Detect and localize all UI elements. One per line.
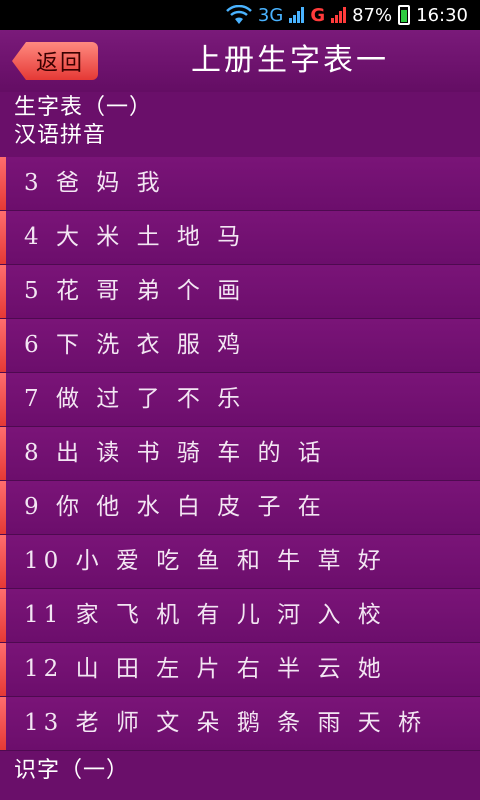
section-title: 识字（一） (14, 758, 130, 783)
wifi-icon (226, 5, 252, 24)
list-item-label: 8 出 读 书 骑 车 的 话 (24, 440, 326, 466)
list-item-label: 5 花 哥 弟 个 画 (24, 278, 246, 304)
list-item[interactable]: 13 老 师 文 朵 鹅 条 雨 天 桥 (0, 697, 480, 751)
section-header-top[interactable]: 生字表（一） 汉语拼音 (0, 94, 480, 156)
battery-percent: 87% (352, 4, 393, 26)
item-accent-bar (0, 157, 6, 210)
list-item-label: 4 大 米 土 地 马 (24, 224, 246, 250)
signal-icon (289, 7, 305, 23)
list-item[interactable]: 3 爸 妈 我 (0, 157, 480, 211)
item-accent-bar (0, 481, 6, 534)
screen: 3G G 87% 16:30 返回 上册生字表一 生字表（一） 汉语拼音 3 爸… (0, 0, 480, 800)
item-accent-bar (0, 211, 6, 264)
list-item-label: 12 山 田 左 片 右 半 云 她 (24, 656, 386, 682)
item-accent-bar (0, 589, 6, 642)
list-item-label: 10 小 爱 吃 鱼 和 牛 草 好 (24, 548, 386, 574)
list-item-label: 3 爸 妈 我 (24, 170, 165, 196)
item-accent-bar (0, 697, 6, 750)
item-accent-bar (0, 319, 6, 372)
list-item-label: 6 下 洗 衣 服 鸡 (24, 332, 246, 358)
section-subtitle: 汉语拼音 (14, 123, 107, 148)
section-header-bottom[interactable]: 识字（一） (0, 751, 480, 800)
list-item[interactable]: 4 大 米 土 地 马 (0, 211, 480, 265)
list-item-label: 13 老 师 文 朵 鹅 条 雨 天 桥 (24, 710, 427, 736)
status-bar: 3G G 87% 16:30 (0, 0, 480, 30)
clock: 16:30 (416, 4, 468, 26)
list-item[interactable]: 9 你 他 水 白 皮 子 在 (0, 481, 480, 535)
list-item[interactable]: 11 家 飞 机 有 儿 河 入 校 (0, 589, 480, 643)
lesson-list: 3 爸 妈 我 4 大 米 土 地 马 5 花 哥 弟 个 画 6 下 洗 衣 … (0, 157, 480, 751)
network-3g-label: 3G (257, 4, 284, 26)
item-accent-bar (0, 265, 6, 318)
item-accent-bar (0, 643, 6, 696)
item-accent-bar (0, 427, 6, 480)
list-item-label: 9 你 他 水 白 皮 子 在 (24, 494, 326, 520)
list-item[interactable]: 10 小 爱 吃 鱼 和 牛 草 好 (0, 535, 480, 589)
list-item[interactable]: 6 下 洗 衣 服 鸡 (0, 319, 480, 373)
item-accent-bar (0, 535, 6, 588)
list-item[interactable]: 5 花 哥 弟 个 画 (0, 265, 480, 319)
signal-icon-secondary (331, 7, 347, 23)
battery-charging-icon (398, 5, 411, 25)
network-g-label: G (310, 4, 326, 26)
list-item[interactable]: 12 山 田 左 片 右 半 云 她 (0, 643, 480, 697)
back-button[interactable]: 返回 (12, 42, 98, 80)
section-title: 生字表（一） (14, 95, 153, 120)
item-accent-bar (0, 373, 6, 426)
list-item-label: 11 家 飞 机 有 儿 河 入 校 (24, 602, 386, 628)
title-bar: 返回 上册生字表一 (0, 30, 480, 92)
list-item-label: 7 做 过 了 不 乐 (24, 386, 246, 412)
list-item[interactable]: 8 出 读 书 骑 车 的 话 (0, 427, 480, 481)
list-item[interactable]: 7 做 过 了 不 乐 (0, 373, 480, 427)
page-title: 上册生字表一 (191, 43, 389, 78)
